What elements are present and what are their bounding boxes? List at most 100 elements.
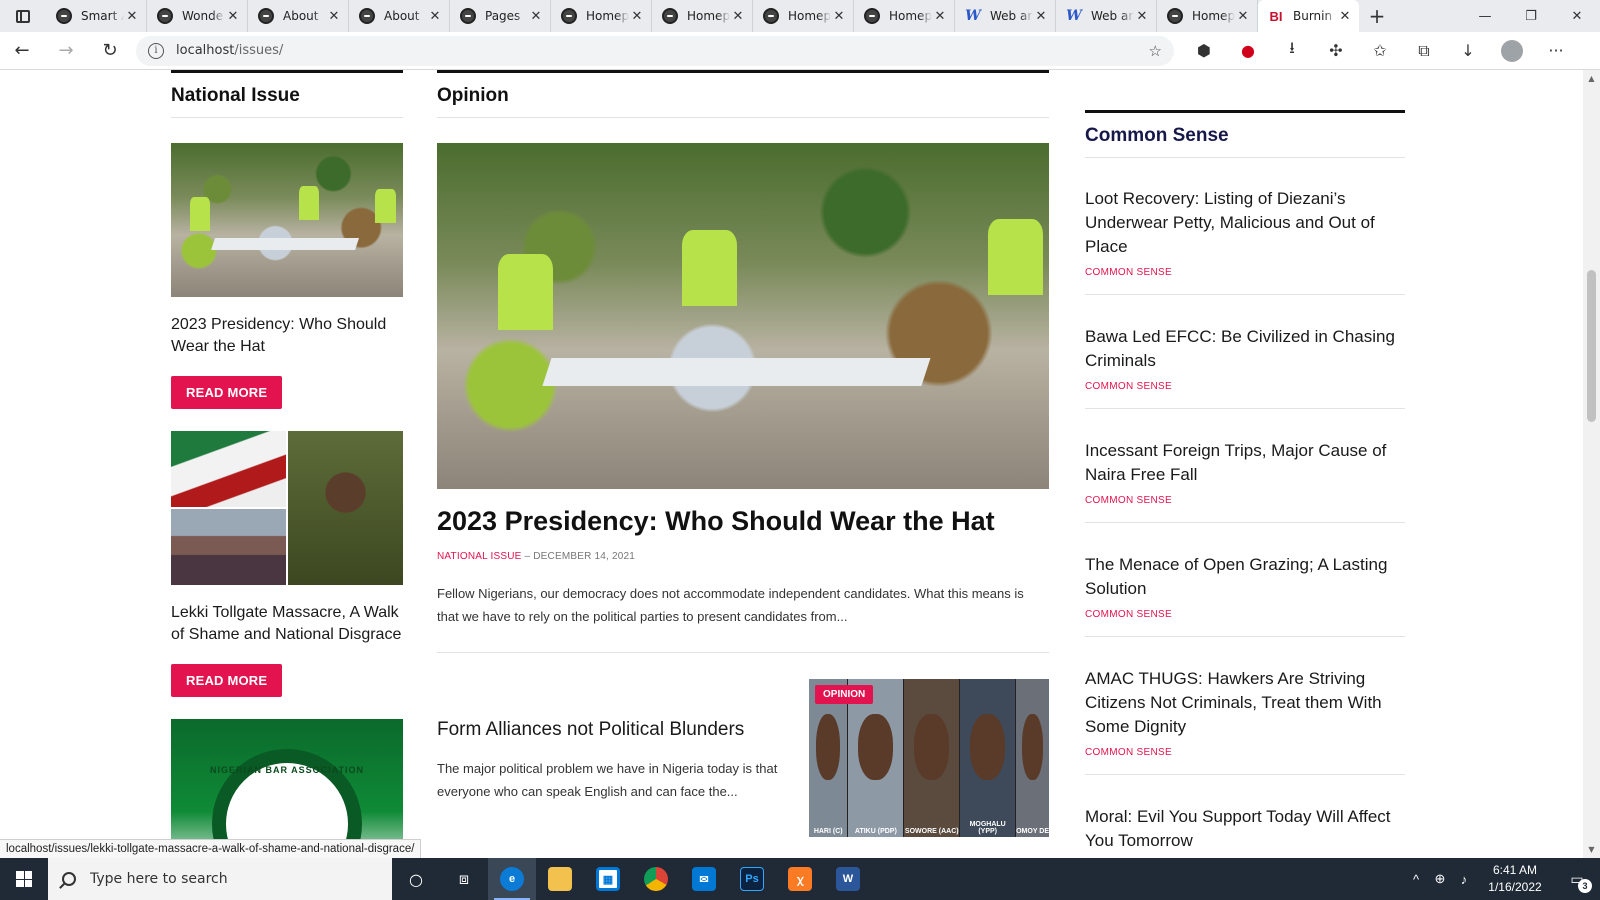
tab-close-icon[interactable]: ✕ xyxy=(225,9,241,24)
article-thumbnail-nba[interactable]: NIGERIAN BAR ASSOCIATION xyxy=(171,719,403,858)
taskbar-word[interactable]: W xyxy=(824,858,872,900)
chevron-up-icon[interactable]: ^ xyxy=(1404,872,1428,887)
article-title-link[interactable]: 2023 Presidency: Who Should Wear the Hat xyxy=(171,314,403,358)
taskbar-clock[interactable]: 6:41 AM 1/16/2022 xyxy=(1476,862,1554,896)
browser-tab[interactable]: BI Burnin ✕ xyxy=(1258,0,1359,32)
start-button[interactable] xyxy=(0,858,48,900)
opinion-article-title[interactable]: Form Alliances not Political Blunders xyxy=(437,719,787,741)
browser-tab[interactable]: W Web ar ✕ xyxy=(955,0,1056,32)
downloads-icon[interactable]: ↓ xyxy=(1446,41,1490,60)
restore-button[interactable]: ❐ xyxy=(1508,0,1554,32)
action-center-button[interactable]: ▭ 3 xyxy=(1554,871,1600,893)
article-title-link[interactable]: Lekki Tollgate Massacre, A Walk of Shame… xyxy=(171,602,403,646)
url-text[interactable]: localhost/issues/ xyxy=(176,43,1149,58)
address-bar[interactable]: i localhost/issues/ ☆ xyxy=(136,35,1174,66)
network-icon[interactable]: ⊕ xyxy=(1428,871,1452,887)
browser-tab[interactable]: Homep ✕ xyxy=(551,0,652,32)
volume-icon[interactable]: ♪ xyxy=(1452,872,1476,887)
common-sense-article-title[interactable]: Incessant Foreign Trips, Major Cause of … xyxy=(1085,439,1405,487)
tab-close-icon[interactable]: ✕ xyxy=(326,9,342,24)
taskbar-store[interactable]: ▦ xyxy=(584,858,632,900)
article-category-link[interactable]: COMMON SENSE xyxy=(1085,609,1405,620)
browser-tab[interactable]: Smart A✕ xyxy=(46,0,147,32)
extension-cube-icon[interactable]: ⬢ xyxy=(1182,41,1226,60)
globe-icon xyxy=(460,8,476,24)
read-more-button[interactable]: READ MORE xyxy=(171,376,283,409)
taskbar-chrome[interactable] xyxy=(632,858,680,900)
article-category-link[interactable]: NATIONAL ISSUE xyxy=(437,551,522,562)
read-more-button[interactable]: READ MORE xyxy=(171,664,283,697)
browser-tab[interactable]: W Web ar ✕ xyxy=(1056,0,1157,32)
collections-icon[interactable]: ⧉ xyxy=(1402,41,1446,61)
favorites-icon[interactable]: ✩ xyxy=(1358,41,1402,60)
cortana-button[interactable]: ○ xyxy=(392,858,440,900)
article-category-link[interactable]: COMMON SENSE xyxy=(1085,267,1405,278)
tab-close-icon[interactable]: ✕ xyxy=(730,9,746,24)
new-tab-button[interactable]: + xyxy=(1359,0,1395,32)
common-sense-article-title[interactable]: Moral: Evil You Support Today Will Affec… xyxy=(1085,805,1405,853)
tab-close-icon[interactable]: ✕ xyxy=(528,9,544,24)
taskbar-mail[interactable]: ✉ xyxy=(680,858,728,900)
article-thumbnail-election[interactable] xyxy=(171,143,403,297)
category-badge[interactable]: OPINION xyxy=(815,685,874,704)
back-button[interactable]: ← xyxy=(0,32,44,70)
tab-close-icon[interactable]: ✕ xyxy=(1337,9,1353,24)
article-category-link[interactable]: COMMON SENSE xyxy=(1085,381,1405,392)
site-info-icon[interactable]: i xyxy=(148,42,164,59)
browser-tab[interactable]: Homep ✕ xyxy=(854,0,955,32)
browser-tab[interactable]: About ✕ xyxy=(248,0,349,32)
browser-tab[interactable]: Homep ✕ xyxy=(652,0,753,32)
featured-article-image[interactable] xyxy=(437,143,1049,489)
browser-tab[interactable]: About ✕ xyxy=(349,0,450,32)
extension-download-icon[interactable]: ⭳ xyxy=(1270,37,1314,64)
browser-tab[interactable]: Pages ✕ xyxy=(450,0,551,32)
common-sense-article-title[interactable]: The Menace of Open Grazing; A Lasting So… xyxy=(1085,553,1405,601)
extension-music-icon[interactable]: ● xyxy=(1226,41,1270,60)
taskbar-search-box[interactable]: Type here to search xyxy=(48,858,392,900)
minimize-button[interactable]: — xyxy=(1462,0,1508,32)
common-sense-column: Common Sense Loot Recovery: Listing of D… xyxy=(1085,70,1405,858)
add-favorite-icon[interactable]: ☆ xyxy=(1149,42,1162,60)
taskbar-xampp[interactable]: ꭓ xyxy=(776,858,824,900)
article-category-link[interactable]: COMMON SENSE xyxy=(1085,495,1405,506)
common-sense-article-title[interactable]: Bawa Led EFCC: Be Civilized in Chasing C… xyxy=(1085,325,1405,373)
w-icon: W xyxy=(965,8,981,24)
tab-close-icon[interactable]: ✕ xyxy=(629,9,645,24)
opinion-article-image[interactable]: OPINION HARI (C) ATIKU (PDP) SOWORE (AAC… xyxy=(809,679,1050,837)
photo-vest-shape xyxy=(189,196,211,231)
scroll-up-icon[interactable]: ▲ xyxy=(1583,70,1600,87)
taskbar-edge[interactable]: e xyxy=(488,858,536,900)
featured-article-title[interactable]: 2023 Presidency: Who Should Wear the Hat xyxy=(437,505,1049,537)
browser-tab[interactable]: Homep ✕ xyxy=(1157,0,1258,32)
tab-close-icon[interactable]: ✕ xyxy=(1134,9,1150,24)
scrollbar-thumb[interactable] xyxy=(1587,270,1596,422)
more-menu-icon[interactable]: ··· xyxy=(1534,41,1578,60)
tab-actions-button[interactable] xyxy=(0,0,46,32)
common-sense-article-title[interactable]: Loot Recovery: Listing of Diezani’s Unde… xyxy=(1085,187,1405,259)
task-view-button[interactable]: ⧈ xyxy=(440,858,488,900)
scroll-down-icon[interactable]: ▼ xyxy=(1583,841,1600,858)
tab-close-icon[interactable]: ✕ xyxy=(124,9,140,24)
taskbar-photoshop[interactable]: Ps xyxy=(728,858,776,900)
extensions-puzzle-icon[interactable]: ✣ xyxy=(1314,41,1358,60)
taskbar-file-explorer[interactable] xyxy=(536,858,584,900)
list-item: AMAC THUGS: Hawkers Are Striving Citizen… xyxy=(1085,637,1405,775)
profile-avatar[interactable] xyxy=(1501,39,1523,62)
task-view-icon: ⧈ xyxy=(458,869,470,888)
close-window-button[interactable]: ✕ xyxy=(1554,0,1600,32)
page-scrollbar[interactable]: ▲ ▼ xyxy=(1583,70,1600,858)
forward-button[interactable]: → xyxy=(44,32,88,70)
tab-close-icon[interactable]: ✕ xyxy=(1235,9,1251,24)
browser-tab[interactable]: Homep ✕ xyxy=(753,0,854,32)
browser-tab[interactable]: Wonde ✕ xyxy=(147,0,248,32)
globe-icon xyxy=(258,8,274,24)
article-thumbnail-lekki[interactable] xyxy=(171,431,403,585)
refresh-button[interactable]: ↻ xyxy=(88,32,132,70)
cortana-circle-icon: ○ xyxy=(409,869,423,889)
common-sense-article-title[interactable]: AMAC THUGS: Hawkers Are Striving Citizen… xyxy=(1085,667,1405,739)
tab-close-icon[interactable]: ✕ xyxy=(932,9,948,24)
tab-close-icon[interactable]: ✕ xyxy=(427,9,443,24)
article-category-link[interactable]: COMMON SENSE xyxy=(1085,747,1405,758)
tab-close-icon[interactable]: ✕ xyxy=(831,9,847,24)
tab-close-icon[interactable]: ✕ xyxy=(1033,9,1049,24)
